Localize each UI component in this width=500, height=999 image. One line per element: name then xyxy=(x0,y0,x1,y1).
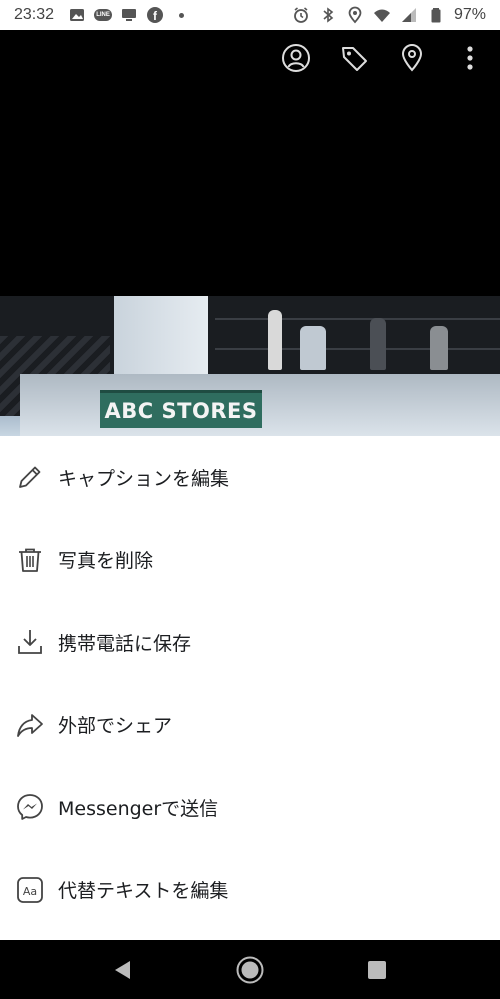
battery-icon xyxy=(427,6,445,24)
menu-item-share-external[interactable]: 外部でシェア xyxy=(0,684,500,767)
add-location-button[interactable] xyxy=(396,42,428,74)
alarm-icon xyxy=(292,6,310,24)
tag-icon xyxy=(342,47,367,71)
home-circle-icon xyxy=(236,956,264,983)
pencil-icon xyxy=(14,461,46,493)
home-button[interactable] xyxy=(230,950,270,990)
line-notification-icon: LINE xyxy=(94,6,112,24)
menu-item-delete-photo[interactable]: 写真を削除 xyxy=(0,519,500,602)
photo-viewer[interactable]: ABC STORES xyxy=(0,30,500,436)
status-time: 23:32 xyxy=(14,6,55,23)
gallery-notification-icon xyxy=(68,6,86,24)
photo-toolbar xyxy=(280,42,486,74)
person-figure xyxy=(268,310,282,370)
person-figure xyxy=(300,326,326,370)
store-sign-text: ABC STORES xyxy=(104,398,258,423)
cellular-signal-icon xyxy=(400,6,418,24)
wifi-icon xyxy=(373,6,391,24)
bluetooth-icon xyxy=(319,6,337,24)
person-figure xyxy=(370,318,386,370)
person-icon xyxy=(282,44,310,72)
system-navigation-bar xyxy=(0,940,500,999)
alt-text-icon-label: Aa xyxy=(23,885,37,898)
person-figure xyxy=(430,326,448,370)
store-sign: ABC STORES xyxy=(100,390,262,428)
tag-button[interactable] xyxy=(338,42,370,74)
facebook-notification-icon: f xyxy=(146,6,164,24)
share-arrow-icon xyxy=(14,709,46,741)
balcony-rail-lower xyxy=(215,348,500,350)
more-vertical-icon xyxy=(467,46,473,70)
alt-text-icon: Aa xyxy=(14,874,46,906)
back-triangle-icon xyxy=(115,960,131,979)
menu-item-save-to-phone[interactable]: 携帯電話に保存 xyxy=(0,601,500,684)
recents-button[interactable] xyxy=(357,950,397,990)
more-notifications-dot xyxy=(172,6,190,24)
menu-item-send-messenger[interactable]: Messengerで送信 xyxy=(0,766,500,849)
location-pin-icon xyxy=(401,44,423,72)
battery-percentage: 97% xyxy=(453,6,486,23)
menu-item-edit-alt-text[interactable]: Aa 代替テキストを編集 xyxy=(0,849,500,932)
location-status-icon xyxy=(346,6,364,24)
download-icon xyxy=(14,626,46,658)
photo-image[interactable]: ABC STORES xyxy=(0,296,500,436)
more-options-button[interactable] xyxy=(454,42,486,74)
balcony-rail xyxy=(215,318,500,320)
trash-icon xyxy=(14,544,46,576)
messenger-icon xyxy=(14,791,46,823)
tag-person-button[interactable] xyxy=(280,42,312,74)
menu-item-label: 写真を削除 xyxy=(58,550,154,573)
menu-item-label: 外部でシェア xyxy=(58,715,173,738)
menu-item-label: Messengerで送信 xyxy=(58,797,219,820)
monitor-notification-icon xyxy=(120,6,138,24)
pillar xyxy=(114,296,208,374)
menu-item-label: キャプションを編集 xyxy=(58,467,230,490)
menu-item-edit-caption[interactable]: キャプションを編集 xyxy=(0,436,500,519)
photo-options-sheet: キャプションを編集 写真を削除 携帯電話に保存 外部でシェア Messenger… xyxy=(0,436,500,940)
back-button[interactable] xyxy=(103,950,143,990)
status-bar: 23:32 LINE f 97% xyxy=(0,0,500,30)
menu-item-label: 携帯電話に保存 xyxy=(58,632,192,655)
recents-square-icon xyxy=(367,960,386,979)
menu-item-label: 代替テキストを編集 xyxy=(58,880,229,903)
